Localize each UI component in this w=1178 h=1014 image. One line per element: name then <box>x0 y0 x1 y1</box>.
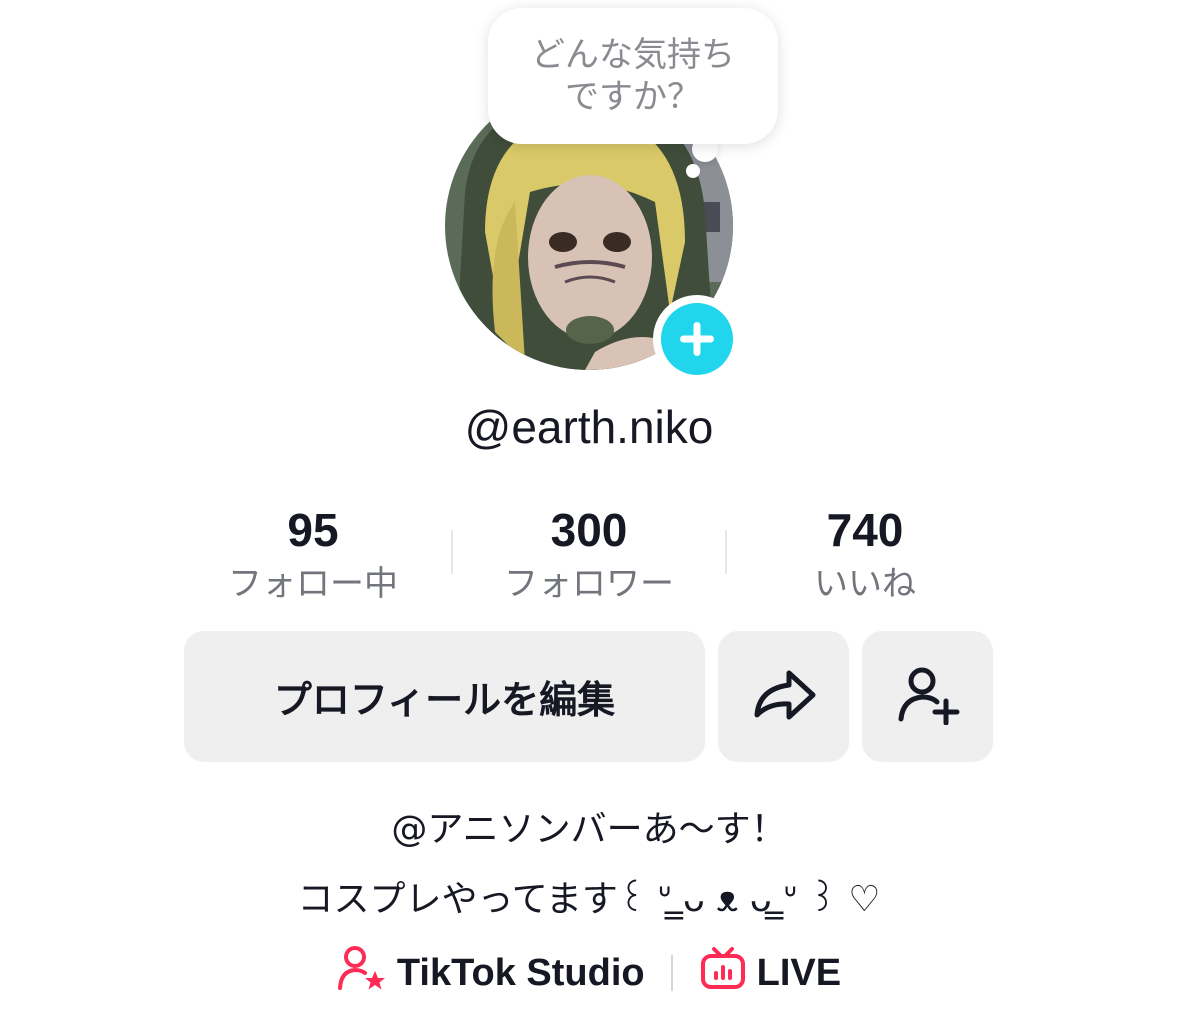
links-divider <box>670 955 673 991</box>
stat-divider <box>451 530 453 574</box>
bio-line: コスプレやってます꒰ ᐡ ̳ᴗ ᴥ ᴗ ̳ᐡ ꒱ ♡ <box>297 879 881 920</box>
stat-value: 740 <box>826 504 904 556</box>
stat-followers[interactable]: 300 フォロワー <box>451 500 727 610</box>
edit-profile-button[interactable]: プロフィールを編集 <box>184 631 705 762</box>
stat-label: いいね <box>814 564 916 604</box>
creator-star-icon <box>337 945 387 1001</box>
live-tv-icon <box>699 945 747 1001</box>
username: @earth.niko <box>464 401 714 453</box>
stat-label: フォロワー <box>504 564 674 604</box>
mood-bubble-line-1: どんな気持ち <box>531 35 735 75</box>
live-label: LIVE <box>756 951 842 994</box>
tiktok-studio-link[interactable]: TikTok Studio <box>337 945 645 1001</box>
share-profile-button[interactable] <box>718 631 849 762</box>
mood-bubble[interactable]: どんな気持ち ですか？ <box>488 8 778 144</box>
stat-likes[interactable]: 740 いいね <box>727 500 1003 610</box>
live-link[interactable]: LIVE <box>699 945 841 1001</box>
add-friend-button[interactable] <box>862 631 993 762</box>
mood-bubble-line-2: ですか？ <box>565 77 701 117</box>
stat-following[interactable]: 95 フォロー中 <box>175 500 451 610</box>
stat-value: 300 <box>550 504 628 556</box>
share-arrow-icon <box>751 667 817 727</box>
stat-label: フォロー中 <box>228 564 398 604</box>
stat-value: 95 <box>287 504 339 556</box>
profile-links: TikTok Studio LIVE <box>0 945 1178 1001</box>
person-plus-icon <box>896 665 960 729</box>
add-story-button[interactable] <box>653 295 741 383</box>
bio-line: @アニソンバーあ〜す！ <box>391 809 787 850</box>
tiktok-studio-label: TikTok Studio <box>396 951 645 994</box>
profile-stats: 95 フォロー中 300 フォロワー 740 いいね <box>175 500 1003 610</box>
mood-bubble-tail-dot <box>686 164 700 178</box>
plus-icon <box>661 303 733 375</box>
